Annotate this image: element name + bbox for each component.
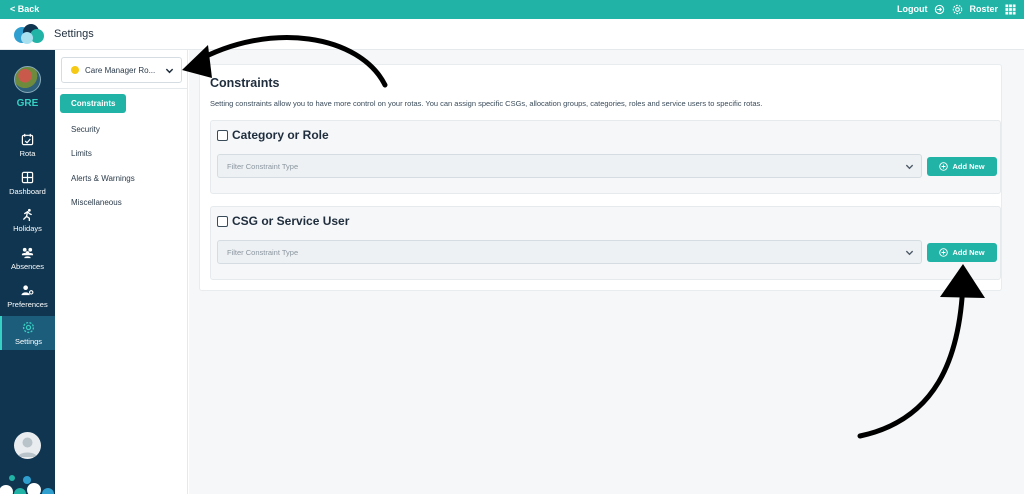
top-bar-actions: Logout Roster [897, 3, 1016, 15]
category-role-checkbox[interactable] [217, 130, 228, 141]
divider [55, 88, 188, 89]
chevron-down-icon [165, 68, 174, 74]
nav-item-label: Holidays [13, 223, 42, 233]
nav-item-preferences[interactable]: Preferences [0, 279, 55, 313]
person-run-icon [23, 208, 32, 221]
panel-title: Category or Role [232, 128, 329, 142]
submenu-security[interactable]: Security [71, 125, 100, 134]
nav-item-absences[interactable]: Absences [0, 241, 55, 275]
plus-circle-icon [939, 248, 949, 257]
nav-item-label: Absences [11, 261, 44, 271]
organisation-avatar[interactable] [14, 66, 41, 93]
app-header: Settings [0, 19, 1024, 50]
grid-icon [21, 171, 34, 183]
constraint-panel-csg-service-user: CSG or Service User Filter Constraint Ty… [210, 206, 1001, 280]
constraints-card: Constraints Setting constraints allow yo… [199, 64, 1002, 291]
organisation-code: GRE [16, 98, 39, 109]
add-new-button[interactable]: Add New [927, 157, 997, 176]
submenu-limits[interactable]: Limits [71, 149, 92, 158]
constraint-panel-category-role: Category or Role Filter Constraint Type … [210, 120, 1001, 194]
submenu-constraints[interactable]: Constraints [60, 94, 127, 113]
gear-icon[interactable] [951, 3, 963, 15]
decorative-pattern [0, 475, 54, 494]
nav-item-label: Preferences [7, 299, 48, 309]
main-content: Constraints Setting constraints allow yo… [189, 50, 1024, 494]
logout-link[interactable]: Logout [897, 4, 928, 14]
back-link[interactable]: < Back [10, 4, 39, 14]
nav-item-label: Settings [14, 336, 43, 346]
select-placeholder: Filter Constraint Type [227, 162, 299, 171]
gear-icon [22, 321, 35, 333]
nav-item-label: Rota [19, 148, 36, 158]
nav-item-dashboard[interactable]: Dashboard [0, 166, 55, 200]
nav-item-rota[interactable]: Rota [0, 128, 55, 162]
nav-item-holidays[interactable]: Holidays [0, 203, 55, 237]
status-dot [71, 66, 79, 74]
submenu-alerts-warnings[interactable]: Alerts & Warnings [71, 174, 135, 183]
chevron-down-icon [905, 164, 914, 170]
csg-service-user-checkbox[interactable] [217, 216, 228, 227]
add-new-button[interactable]: Add New [927, 243, 997, 262]
filter-constraint-select[interactable]: Filter Constraint Type [217, 154, 922, 178]
main-nav: GRE Rota Dashboard Holidays Absences Pre… [0, 50, 55, 494]
rota-selector-value: Care Manager Ro... [85, 65, 156, 75]
user-avatar[interactable] [14, 432, 41, 459]
section-title: Constraints [210, 76, 280, 90]
calendar-icon [21, 133, 34, 145]
select-placeholder: Filter Constraint Type [227, 248, 299, 257]
add-new-label: Add New [952, 248, 985, 257]
rota-selector[interactable]: Care Manager Ro... [61, 57, 182, 83]
add-new-label: Add New [952, 162, 985, 171]
page-title: Settings [54, 28, 94, 40]
logout-icon[interactable] [933, 3, 945, 15]
person-gear-icon [21, 284, 34, 295]
settings-submenu: Care Manager Ro... Constraints Security … [55, 50, 188, 494]
chevron-down-icon [905, 250, 914, 256]
app-logo [14, 24, 44, 44]
plus-circle-icon [939, 162, 949, 171]
panel-title: CSG or Service User [232, 214, 350, 228]
top-bar: < Back Logout Roster [0, 0, 1024, 19]
nav-item-label: Dashboard [9, 186, 46, 196]
roster-link[interactable]: Roster [969, 4, 998, 14]
apps-grid-icon[interactable] [1004, 3, 1016, 15]
people-icon [21, 247, 34, 258]
filter-constraint-select[interactable]: Filter Constraint Type [217, 240, 922, 264]
submenu-miscellaneous[interactable]: Miscellaneous [71, 198, 122, 207]
section-description: Setting constraints allow you to have mo… [210, 99, 763, 108]
nav-item-settings[interactable]: Settings [0, 316, 55, 350]
